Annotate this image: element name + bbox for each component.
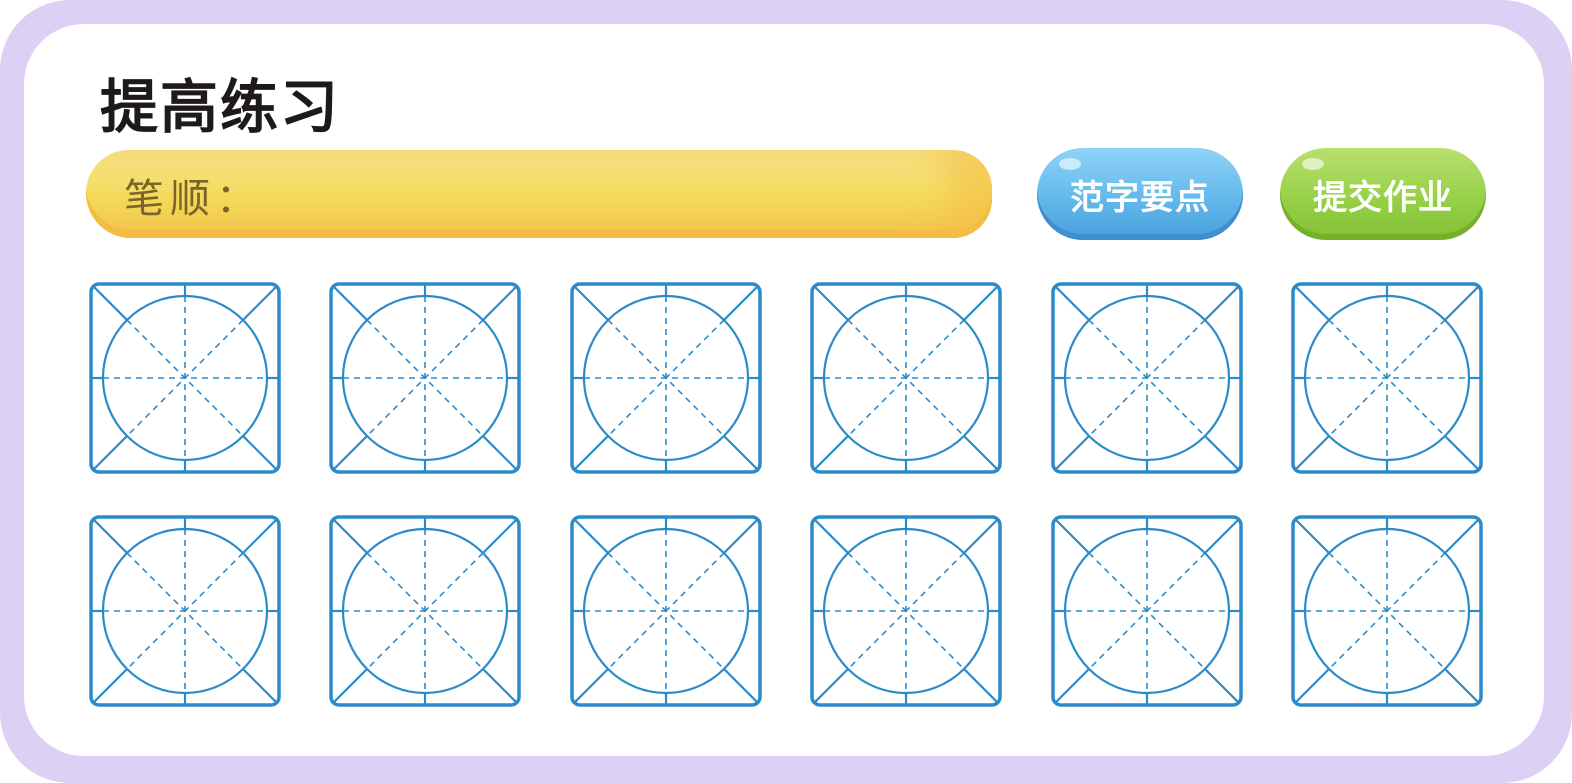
writing-cell[interactable] [570,515,762,707]
writing-cell[interactable] [89,515,281,707]
model-points-button[interactable]: 范字要点 [1037,148,1243,240]
mi-grid-icon [329,515,522,707]
writing-cell[interactable] [810,515,1002,707]
mi-grid-icon [329,282,522,474]
mi-grid-icon [810,515,1002,707]
submit-homework-button[interactable]: 提交作业 [1280,148,1486,240]
model-points-label: 范字要点 [1070,177,1210,218]
mi-grid-icon [1291,282,1483,474]
writing-cell[interactable] [1050,282,1243,474]
writing-cell[interactable] [810,282,1002,474]
writing-cell[interactable] [1291,515,1483,707]
mi-grid-icon [810,282,1002,474]
writing-cell[interactable] [1291,282,1483,474]
writing-cell[interactable] [329,515,522,707]
stroke-order-bar: 笔顺： [86,150,992,238]
submit-homework-label: 提交作业 [1313,177,1453,218]
mi-grid-icon [1291,515,1483,707]
page-title: 提高练习 [100,73,341,141]
writing-cell[interactable] [89,282,281,474]
mi-grid-icon [1050,282,1243,474]
button-shine [1302,158,1324,170]
mi-grid-icon [89,282,281,474]
mi-grid-icon [1050,515,1243,707]
writing-cell[interactable] [329,282,522,474]
stroke-order-label: 笔顺： [124,176,262,222]
mi-grid-icon [89,515,281,707]
mi-grid-icon [570,515,762,707]
mi-grid-icon [570,282,762,474]
button-shine [1059,158,1081,170]
writing-cell[interactable] [570,282,762,474]
writing-cell[interactable] [1050,515,1243,707]
